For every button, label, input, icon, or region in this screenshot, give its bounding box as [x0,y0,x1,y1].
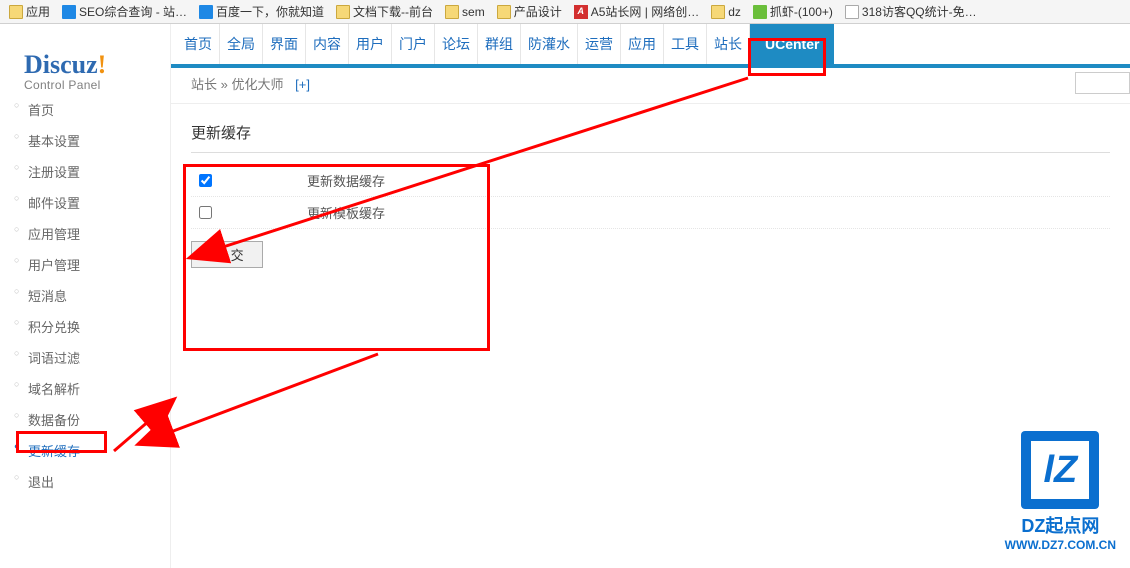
sidebar-item-3[interactable]: 邮件设置 [0,187,170,218]
bookmark-item[interactable]: AA5站长网 | 网络创… [571,3,702,20]
folder-icon [336,5,350,19]
nav-item-8[interactable]: 防灌水 [521,24,578,64]
content-area: 更新缓存 更新数据缓存 更新模板缓存 提 交 [171,104,1130,286]
folder-icon [445,5,459,19]
sidebar-item-7[interactable]: 积分兑换 [0,311,170,342]
update-data-cache-checkbox[interactable] [199,174,212,187]
breadcrumb-sep: » [221,77,228,92]
option-label: 更新数据缓存 [307,171,385,190]
sidebar-item-8[interactable]: 词语过滤 [0,342,170,373]
nav-item-9[interactable]: 运营 [578,24,621,64]
watermark: lZ DZ起点网 WWW.DZ7.COM.CN [1005,431,1116,552]
nav-ucenter[interactable]: UCenter [750,24,834,64]
site-icon [62,5,76,19]
nav-item-12[interactable]: 站长 [707,24,750,64]
watermark-title: DZ起点网 [1005,512,1116,538]
folder-icon [497,5,511,19]
search-input[interactable] [1075,72,1130,94]
nav-item-4[interactable]: 用户 [349,24,392,64]
option-row: 更新模板缓存 [191,197,1110,229]
nav-item-2[interactable]: 界面 [263,24,306,64]
folder-icon [9,5,23,19]
nav-item-0[interactable]: 首页 [177,24,220,64]
sidebar-item-11[interactable]: 更新缓存 [0,435,170,466]
sidebar-item-2[interactable]: 注册设置 [0,156,170,187]
bookmark-item[interactable]: 抓虾-(100+) [750,3,836,20]
folder-icon [711,5,725,19]
breadcrumb: 站长 » 优化大师 [+] [171,68,1130,104]
top-nav: 首页全局界面内容用户门户论坛群组防灌水运营应用工具站长 UCenter [171,24,1130,64]
nav-item-1[interactable]: 全局 [220,24,263,64]
bookmark-item[interactable]: 318访客QQ统计-免… [842,3,980,20]
logo: Discuz! Control Panel [24,50,106,92]
update-template-cache-checkbox[interactable] [199,206,212,219]
site-icon [199,5,213,19]
bookmark-item[interactable]: 百度一下，你就知道 [196,3,327,20]
site-icon [753,5,767,19]
sidebar-item-6[interactable]: 短消息 [0,280,170,311]
site-icon: A [574,5,588,19]
sidebar: Discuz! Control Panel 首页基本设置注册设置邮件设置应用管理… [0,24,170,568]
main-panel: 首页全局界面内容用户门户论坛群组防灌水运营应用工具站长 UCenter 站长 »… [170,24,1130,568]
browser-bookmarks-bar: 应用 SEO综合查询 - 站… 百度一下，你就知道 文档下载--前台 sem 产… [0,0,1130,24]
watermark-logo: lZ [1021,431,1099,509]
bookmark-item[interactable]: 文档下载--前台 [333,3,436,20]
site-icon [845,5,859,19]
sidebar-item-9[interactable]: 域名解析 [0,373,170,404]
breadcrumb-add[interactable]: [+] [295,77,310,92]
sidebar-item-12[interactable]: 退出 [0,466,170,497]
breadcrumb-item[interactable]: 站长 [191,77,217,92]
nav-item-6[interactable]: 论坛 [435,24,478,64]
breadcrumb-item[interactable]: 优化大师 [232,77,284,92]
nav-item-5[interactable]: 门户 [392,24,435,64]
sidebar-item-10[interactable]: 数据备份 [0,404,170,435]
sidebar-item-4[interactable]: 应用管理 [0,218,170,249]
sidebar-item-0[interactable]: 首页 [0,94,170,125]
option-label: 更新模板缓存 [307,203,385,222]
bookmark-item[interactable]: dz [708,5,744,19]
nav-item-7[interactable]: 群组 [478,24,521,64]
nav-item-10[interactable]: 应用 [621,24,664,64]
nav-item-11[interactable]: 工具 [664,24,707,64]
bookmark-item[interactable]: 产品设计 [494,3,565,20]
bookmark-item[interactable]: SEO综合查询 - 站… [59,3,190,20]
watermark-url: WWW.DZ7.COM.CN [1005,538,1116,552]
sidebar-item-1[interactable]: 基本设置 [0,125,170,156]
option-row: 更新数据缓存 [191,165,1110,197]
sidebar-item-5[interactable]: 用户管理 [0,249,170,280]
bookmark-item[interactable]: 应用 [6,3,53,20]
nav-item-3[interactable]: 内容 [306,24,349,64]
submit-button[interactable]: 提 交 [191,241,263,268]
section-title: 更新缓存 [191,122,1110,153]
bookmark-item[interactable]: sem [442,5,488,19]
